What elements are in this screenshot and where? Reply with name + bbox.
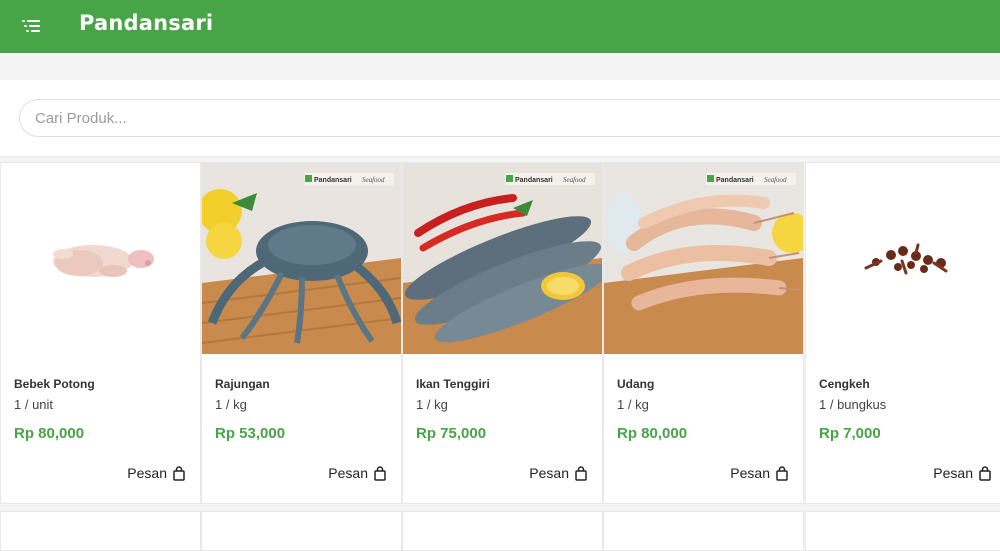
image-partner-watermark: Seafood — [764, 176, 787, 184]
product-price: Rp 7,000 — [819, 425, 881, 442]
order-button[interactable]: Pesan — [933, 465, 991, 481]
order-button[interactable]: Pesan — [529, 465, 587, 481]
menu-list-icon[interactable] — [20, 17, 42, 35]
order-label: Pesan — [529, 465, 569, 481]
shopping-bag-icon — [374, 465, 386, 481]
image-partner-watermark: Seafood — [362, 176, 385, 184]
order-label: Pesan — [127, 465, 167, 481]
product-price: Rp 80,000 — [617, 425, 688, 442]
product-card[interactable]: Cengkeh 1 / bungkus Rp 7,000 Pesan — [805, 162, 1000, 504]
order-label: Pesan — [328, 465, 368, 481]
shopping-bag-icon — [979, 465, 991, 481]
product-unit: 1 / unit — [14, 397, 54, 412]
product-name: Ikan Tenggiri — [416, 377, 490, 391]
product-card[interactable]: Pandansari Seafood Rajungan 1 / kg Rp 53… — [201, 162, 402, 504]
product-card[interactable]: Pandansari Seafood Udang 1 / kg Rp 80,00… — [603, 162, 804, 504]
product-image — [806, 163, 1000, 354]
image-brand-watermark: Pandansari — [314, 177, 352, 184]
product-image: Pandansari Seafood — [202, 163, 401, 354]
shopping-bag-icon — [776, 465, 788, 481]
order-label: Pesan — [933, 465, 973, 481]
product-card[interactable] — [402, 511, 603, 551]
search-input[interactable] — [19, 99, 1000, 137]
product-name: Cengkeh — [819, 377, 870, 391]
product-unit: 1 / bungkus — [819, 397, 887, 412]
product-unit: 1 / kg — [617, 397, 649, 412]
product-card[interactable] — [201, 511, 402, 551]
product-name: Udang — [617, 377, 655, 391]
product-unit: 1 / kg — [416, 397, 448, 412]
image-brand-watermark: Pandansari — [716, 177, 754, 184]
order-button[interactable]: Pesan — [127, 465, 185, 481]
product-image: Pandansari Seafood — [403, 163, 602, 354]
order-button[interactable]: Pesan — [328, 465, 386, 481]
product-card[interactable] — [805, 511, 1000, 551]
shopping-bag-icon — [173, 465, 185, 481]
product-card[interactable]: Bebek Potong 1 / unit Rp 80,000 Pesan — [0, 162, 201, 504]
product-card[interactable] — [0, 511, 201, 551]
product-unit: 1 / kg — [215, 397, 247, 412]
brand-logo[interactable]: Pandansari — [79, 11, 213, 35]
product-image: Pandansari Seafood — [604, 163, 803, 354]
order-label: Pesan — [730, 465, 770, 481]
product-price: Rp 75,000 — [416, 425, 487, 442]
product-name: Bebek Potong — [14, 377, 95, 391]
product-price: Rp 80,000 — [14, 425, 85, 442]
product-card[interactable]: Pandansari Seafood Ikan Tenggiri 1 / kg … — [402, 162, 603, 504]
search-panel — [0, 80, 1000, 156]
product-image — [1, 163, 200, 354]
image-brand-watermark: Pandansari — [515, 177, 553, 184]
image-partner-watermark: Seafood — [563, 176, 586, 184]
top-bar: Pandansari — [0, 0, 1000, 53]
order-button[interactable]: Pesan — [730, 465, 788, 481]
product-card[interactable] — [603, 511, 804, 551]
product-price: Rp 53,000 — [215, 425, 286, 442]
shopping-bag-icon — [575, 465, 587, 481]
product-name: Rajungan — [215, 377, 270, 391]
